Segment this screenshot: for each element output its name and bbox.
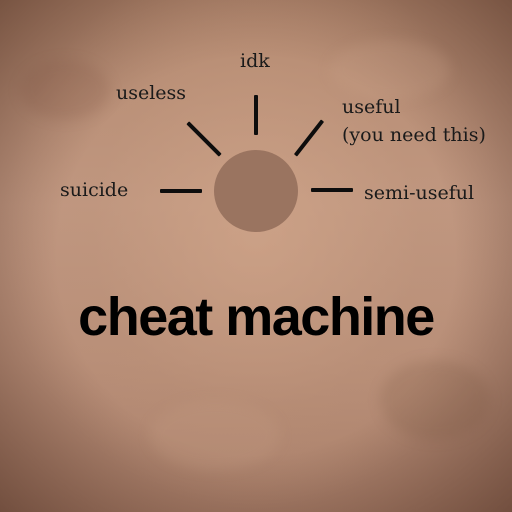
option-suicide[interactable]: suicide [60,179,128,201]
texture-blotch [330,40,450,100]
selector-dial[interactable] [214,150,298,232]
option-idk[interactable]: idk [240,50,270,72]
texture-blotch [20,60,110,120]
texture-blotch [150,400,280,470]
option-useless[interactable]: useless [116,82,186,104]
ray-up [254,95,258,135]
option-useful[interactable]: useful [342,96,401,118]
ray-up-right [293,119,325,157]
ray-up-left [186,121,222,157]
option-useful-note[interactable]: (you need this) [342,124,486,146]
ray-left [160,189,202,193]
ray-right [311,188,353,192]
texture-blotch [380,360,490,440]
page-title: cheat machine [78,287,435,347]
cheat-machine-screen: idk useless useful (you need this) suici… [0,0,512,512]
option-semi-useful[interactable]: semi-useful [364,182,474,204]
